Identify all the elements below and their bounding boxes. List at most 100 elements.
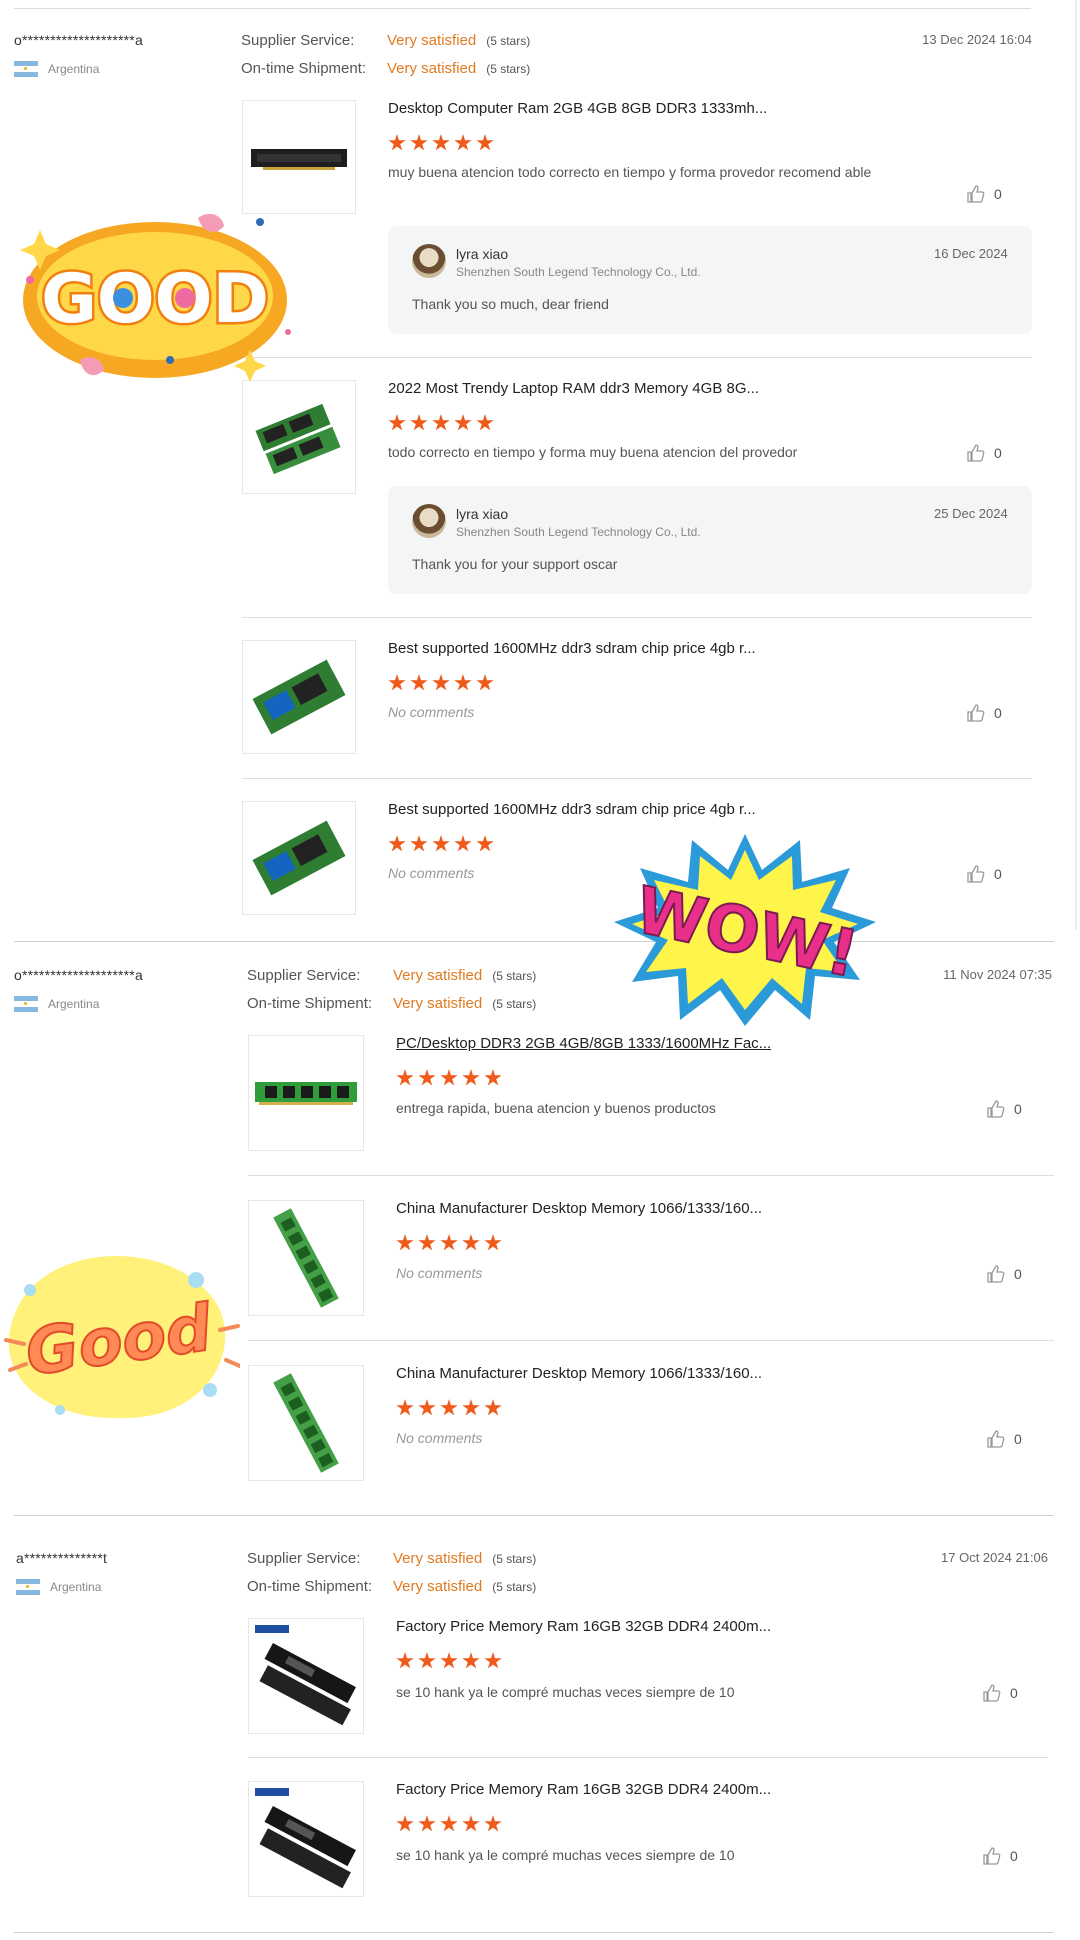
- review-divider: [14, 1932, 1054, 1933]
- like-count: 0: [994, 445, 1002, 461]
- supplier-reply: lyra xiao Shenzhen South Legend Technolo…: [388, 226, 1032, 334]
- star-icon: [396, 1399, 414, 1416]
- item-divider: [248, 1175, 1054, 1176]
- star-icon: [418, 1069, 436, 1086]
- product-thumbnail[interactable]: [248, 1365, 364, 1481]
- country-label: Argentina: [50, 1580, 102, 1594]
- like-count: 0: [1014, 1431, 1022, 1447]
- product-title[interactable]: Desktop Computer Ram 2GB 4GB 8GB DDR3 13…: [388, 100, 767, 117]
- shipment-stars: (5 stars): [492, 1580, 537, 1594]
- product-thumbnail[interactable]: [248, 1781, 364, 1897]
- country-label: Argentina: [48, 62, 100, 76]
- argentina-flag-icon: [16, 1579, 40, 1595]
- buyer-name: a**************t: [16, 1550, 108, 1566]
- supplier-service-label: Supplier Service:: [241, 32, 355, 49]
- item-star-rating: [388, 414, 494, 432]
- star-icon: [476, 674, 494, 691]
- star-icon: [418, 1234, 436, 1251]
- product-thumbnail[interactable]: [248, 1035, 364, 1151]
- supplier-service-label: Supplier Service:: [247, 967, 361, 984]
- star-icon: [476, 835, 494, 852]
- argentina-flag-icon: [14, 61, 38, 77]
- product-thumbnail[interactable]: [242, 640, 356, 754]
- wow-sticker: WOW!: [614, 834, 876, 1026]
- star-icon: [484, 1815, 502, 1832]
- product-title[interactable]: China Manufacturer Desktop Memory 1066/1…: [396, 1365, 762, 1382]
- star-icon: [388, 674, 406, 691]
- like-button[interactable]: 0: [966, 443, 1002, 463]
- product-thumbnail[interactable]: [242, 801, 356, 915]
- thumbs-up-icon: [987, 1100, 1005, 1118]
- shipment-rating: On-time Shipment: Very satisfied (5 star…: [247, 995, 536, 1012]
- supplier-service-label: Supplier Service:: [247, 1550, 361, 1567]
- star-icon: [410, 134, 428, 151]
- star-icon: [440, 1652, 458, 1669]
- supplier-service-value: Very satisfied: [393, 1550, 483, 1567]
- like-button[interactable]: 0: [986, 1429, 1022, 1449]
- product-thumbnail[interactable]: [242, 380, 356, 494]
- reply-date: 25 Dec 2024: [934, 506, 1008, 521]
- star-icon: [484, 1234, 502, 1251]
- product-title[interactable]: Best supported 1600MHz ddr3 sdram chip p…: [388, 640, 756, 657]
- like-button[interactable]: 0: [966, 184, 1002, 204]
- like-button[interactable]: 0: [966, 703, 1002, 723]
- like-button[interactable]: 0: [986, 1264, 1022, 1284]
- supplier-service-value: Very satisfied: [387, 32, 477, 49]
- star-icon: [388, 134, 406, 151]
- product-title[interactable]: Factory Price Memory Ram 16GB 32GB DDR4 …: [396, 1781, 771, 1798]
- product-title[interactable]: Best supported 1600MHz ddr3 sdram chip p…: [388, 801, 756, 818]
- review-comment: muy buena atencion todo correcto en tiem…: [388, 164, 872, 180]
- no-comments-text: No comments: [396, 1265, 483, 1281]
- supplier-service-rating: Supplier Service: Very satisfied (5 star…: [247, 1550, 536, 1567]
- shipment-stars: (5 stars): [486, 62, 531, 76]
- like-count: 0: [1010, 1848, 1018, 1864]
- review-date: 17 Oct 2024 21:06: [941, 1550, 1048, 1565]
- top-divider: [14, 8, 1031, 9]
- star-icon: [432, 835, 450, 852]
- star-icon: [454, 134, 472, 151]
- like-count: 0: [1014, 1101, 1022, 1117]
- page-scrollbar-track[interactable]: [1075, 0, 1077, 930]
- like-button[interactable]: 0: [982, 1846, 1018, 1866]
- no-comments-text: No comments: [388, 704, 475, 720]
- shipment-stars: (5 stars): [492, 997, 537, 1011]
- like-button[interactable]: 0: [986, 1099, 1022, 1119]
- buyer-country: Argentina: [14, 996, 99, 1012]
- reply-author: lyra xiao: [456, 246, 509, 262]
- reply-text: Thank you so much, dear friend: [412, 296, 609, 312]
- product-thumbnail[interactable]: [248, 1200, 364, 1316]
- shipment-rating: On-time Shipment: Very satisfied (5 star…: [247, 1578, 536, 1595]
- item-star-rating: [396, 1815, 502, 1833]
- product-title[interactable]: China Manufacturer Desktop Memory 1066/1…: [396, 1200, 762, 1217]
- supplier-service-rating: Supplier Service: Very satisfied (5 star…: [247, 967, 536, 984]
- star-icon: [432, 674, 450, 691]
- product-thumbnail[interactable]: [248, 1618, 364, 1734]
- like-button[interactable]: 0: [966, 864, 1002, 884]
- item-star-rating: [396, 1652, 502, 1670]
- product-thumbnail[interactable]: [242, 100, 356, 214]
- review-divider: [14, 1515, 1054, 1516]
- product-title[interactable]: Factory Price Memory Ram 16GB 32GB DDR4 …: [396, 1618, 771, 1635]
- like-button[interactable]: 0: [982, 1683, 1018, 1703]
- star-icon: [454, 414, 472, 431]
- no-comments-text: No comments: [388, 865, 475, 881]
- country-label: Argentina: [48, 997, 100, 1011]
- supplier-avatar: [412, 244, 446, 278]
- item-divider: [242, 778, 1032, 779]
- star-icon: [410, 414, 428, 431]
- product-title-link[interactable]: PC/Desktop DDR3 2GB 4GB/8GB 1333/1600MHz…: [396, 1035, 771, 1052]
- reply-text: Thank you for your support oscar: [412, 556, 618, 572]
- supplier-service-stars: (5 stars): [492, 1552, 537, 1566]
- review-comment: se 10 hank ya le compré muchas veces sie…: [396, 1684, 735, 1700]
- star-icon: [396, 1234, 414, 1251]
- star-icon: [454, 674, 472, 691]
- thumbs-up-icon: [987, 1430, 1005, 1448]
- star-icon: [432, 414, 450, 431]
- like-count: 0: [994, 705, 1002, 721]
- thumbs-up-icon: [967, 444, 985, 462]
- product-title[interactable]: 2022 Most Trendy Laptop RAM ddr3 Memory …: [388, 380, 759, 397]
- star-icon: [462, 1069, 480, 1086]
- star-icon: [396, 1652, 414, 1669]
- item-star-rating: [396, 1399, 502, 1417]
- thumbs-up-icon: [967, 704, 985, 722]
